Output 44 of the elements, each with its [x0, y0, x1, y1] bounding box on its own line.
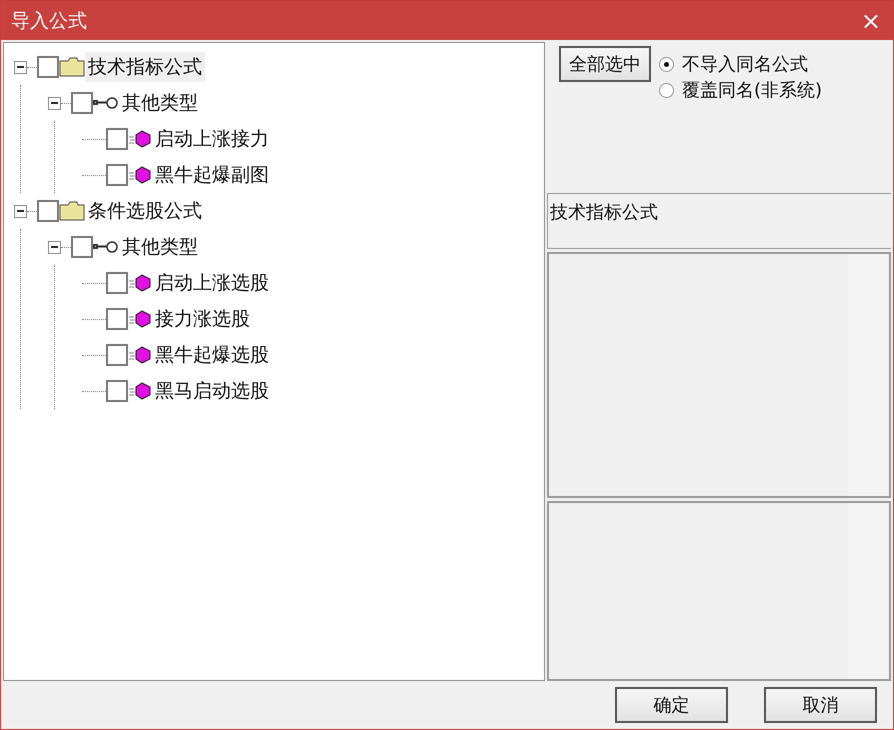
close-button[interactable]: × [858, 8, 883, 32]
radio-label: 覆盖同名(非系统) [682, 79, 822, 102]
radio-button[interactable] [659, 56, 674, 72]
gem-icon [128, 130, 152, 148]
window-title: 导入公式 [11, 8, 87, 34]
collapse-toggle[interactable] [48, 240, 61, 254]
radio-label: 不导入同名公式 [682, 53, 808, 76]
key-icon [93, 240, 119, 254]
collapse-toggle[interactable] [14, 204, 27, 218]
radio-button[interactable] [659, 82, 674, 98]
key-icon [93, 96, 119, 110]
checkbox[interactable] [71, 92, 93, 114]
folder-icon [59, 57, 85, 77]
tree-item[interactable]: 其他类型 [119, 88, 201, 118]
checkbox[interactable] [71, 236, 93, 258]
dialog-button[interactable]: 确定 [615, 687, 728, 723]
gem-icon [128, 274, 152, 292]
checkbox[interactable] [106, 344, 128, 366]
gem-icon [128, 166, 152, 184]
select-all-button[interactable]: 全部选中 [559, 46, 651, 82]
checkbox[interactable] [106, 272, 128, 294]
tree-item[interactable]: 黑马启动选股 [152, 376, 272, 406]
collapse-toggle[interactable] [14, 60, 27, 74]
category-field: 技术指标公式 [547, 193, 891, 249]
checkbox[interactable] [106, 164, 128, 186]
tree-item[interactable]: 启动上涨选股 [152, 268, 272, 298]
dialog-button[interactable]: 取消 [764, 687, 877, 723]
gem-icon [128, 346, 152, 364]
checkbox[interactable] [37, 56, 59, 78]
gem-icon [128, 310, 152, 328]
collapse-toggle[interactable] [48, 96, 61, 110]
gem-icon [128, 382, 152, 400]
checkbox[interactable] [37, 200, 59, 222]
tree-item[interactable]: 技术指标公式 [85, 52, 205, 82]
tree-item[interactable]: 启动上涨接力 [152, 124, 272, 154]
checkbox[interactable] [106, 380, 128, 402]
tree-item[interactable]: 黑牛起爆副图 [152, 160, 272, 190]
folder-icon [59, 201, 85, 221]
tree-item[interactable]: 其他类型 [119, 232, 201, 262]
tree-item[interactable]: 条件选股公式 [85, 196, 205, 226]
checkbox[interactable] [106, 128, 128, 150]
tree-item[interactable]: 黑牛起爆选股 [152, 340, 272, 370]
tree-item[interactable]: 接力涨选股 [152, 304, 253, 334]
checkbox[interactable] [106, 308, 128, 330]
